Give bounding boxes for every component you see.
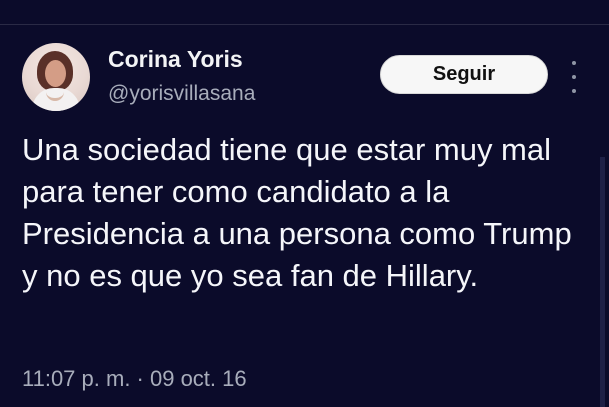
follow-button[interactable]: Seguir <box>380 55 548 94</box>
avatar-face <box>45 60 66 87</box>
tweet-card: Corina Yoris @yorisvillasana Seguir Una … <box>0 0 609 407</box>
right-edge-rail <box>600 157 605 407</box>
author-name[interactable]: Corina Yoris <box>108 46 243 73</box>
more-options-icon[interactable] <box>565 61 583 93</box>
author-handle[interactable]: @yorisvillasana <box>108 82 255 106</box>
avatar[interactable] <box>22 43 90 111</box>
tweet-text: Una sociedad tiene que estar muy mal par… <box>22 132 572 293</box>
dot-icon <box>572 61 576 65</box>
tweet-timestamp[interactable]: 11:07 p. m. · 09 oct. 16 <box>22 366 247 392</box>
dot-icon <box>572 75 576 79</box>
dot-icon <box>572 89 576 93</box>
